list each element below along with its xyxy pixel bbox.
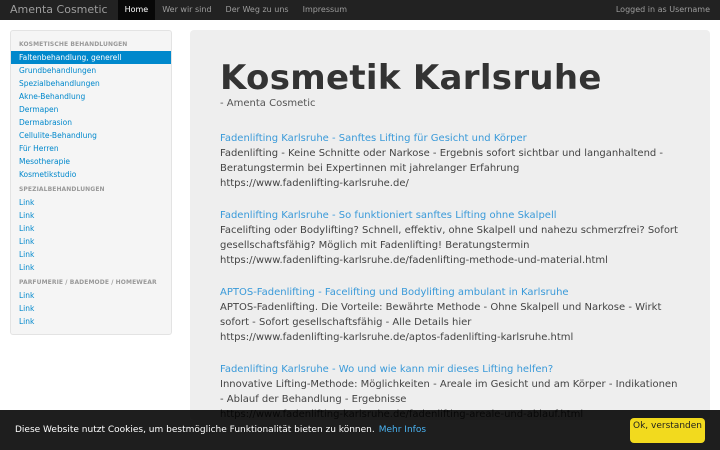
sidebar-item-fuer-herren[interactable]: Für Herren <box>11 142 171 155</box>
hero-unit: Kosmetik Karlsruhe - Amenta Cosmetic Fad… <box>190 30 710 420</box>
result-title-link[interactable]: Fadenlifting Karlsruhe - Wo und wie kann… <box>220 362 680 377</box>
result-description: Innovative Lifting-Methode: Möglichkeite… <box>220 379 678 405</box>
sidebar-item-faltenbehandlung[interactable]: Faltenbehandlung, generell <box>11 51 171 64</box>
page-subtitle: - Amenta Cosmetic <box>220 98 316 109</box>
brand-link[interactable]: Amenta Cosmetic <box>0 0 118 20</box>
sidebar-item-dermabrasion[interactable]: Dermabrasion <box>11 116 171 129</box>
sidebar-item-akne[interactable]: Akne-Behandlung <box>11 90 171 103</box>
result-title-link[interactable]: Fadenlifting Karlsruhe - Sanftes Lifting… <box>220 131 680 146</box>
sidebar-link[interactable]: Link <box>11 302 171 315</box>
nav-item-der-weg-zu-uns[interactable]: Der Weg zu uns <box>219 0 296 20</box>
sidebar-link[interactable]: Link <box>11 248 171 261</box>
sidebar-header-kosmetische: KOSMETISCHE BEHANDLUNGEN <box>19 41 128 48</box>
logged-in-text: Logged in as Username <box>615 5 710 14</box>
sidebar-link[interactable]: Link <box>11 222 171 235</box>
nav-item-wer-wir-sind[interactable]: Wer wir sind <box>155 0 218 20</box>
sidebar-link[interactable]: Link <box>11 209 171 222</box>
sidebar-header-spezial: SPEZIALBEHANDLUNGEN <box>19 186 105 193</box>
cookie-banner: Diese Website nutzt Cookies, um bestmögl… <box>0 410 720 450</box>
sidebar-header-parfumerie: PARFUMERIE / BADEMODE / HOMEWEAR <box>19 279 157 286</box>
sidebar-link[interactable]: Link <box>11 289 171 302</box>
result-title-link[interactable]: Fadenlifting Karlsruhe - So funktioniert… <box>220 208 680 223</box>
search-result: Fadenlifting Karlsruhe - So funktioniert… <box>220 208 680 268</box>
nav-item-impressum[interactable]: Impressum <box>296 0 354 20</box>
sidebar-item-mesotherapie[interactable]: Mesotherapie <box>11 155 171 168</box>
sidebar-link[interactable]: Link <box>11 261 171 274</box>
search-result: Fadenlifting Karlsruhe - Sanftes Lifting… <box>220 131 680 191</box>
page-title: Kosmetik Karlsruhe <box>220 58 602 98</box>
result-url: https://www.fadenlifting-karlsruhe.de/ <box>220 178 409 189</box>
sidebar: KOSMETISCHE BEHANDLUNGEN Faltenbehandlun… <box>10 30 172 335</box>
sidebar-item-spezialbehandlungen[interactable]: Spezialbehandlungen <box>11 77 171 90</box>
result-url: https://www.fadenlifting-karlsruhe.de/ap… <box>220 332 574 343</box>
search-result: APTOS-Fadenlifting - Facelifting und Bod… <box>220 285 680 345</box>
cookie-accept-button[interactable]: Ok, verstanden <box>630 418 705 443</box>
cookie-text: Diese Website nutzt Cookies, um bestmögl… <box>15 425 375 435</box>
sidebar-link[interactable]: Link <box>11 235 171 248</box>
sidebar-item-grundbehandlungen[interactable]: Grundbehandlungen <box>11 64 171 77</box>
result-url: https://www.fadenlifting-karlsruhe.de/fa… <box>220 255 608 266</box>
top-navbar: Amenta Cosmetic Home Wer wir sind Der We… <box>0 0 720 20</box>
main-nav: Home Wer wir sind Der Weg zu uns Impress… <box>117 0 354 20</box>
result-description: Facelifting oder Bodylifting? Schnell, e… <box>220 225 678 251</box>
result-description: Fadenlifting - Keine Schnitte oder Narko… <box>220 148 664 174</box>
sidebar-link[interactable]: Link <box>11 315 171 328</box>
cookie-more-info-link[interactable]: Mehr Infos <box>379 425 426 435</box>
sidebar-item-dermapen[interactable]: Dermapen <box>11 103 171 116</box>
result-description: APTOS-Fadenlifting. Die Vorteile: Bewähr… <box>220 302 662 328</box>
result-title-link[interactable]: APTOS-Fadenlifting - Facelifting und Bod… <box>220 285 680 300</box>
sidebar-item-cellulite[interactable]: Cellulite-Behandlung <box>11 129 171 142</box>
sidebar-link[interactable]: Link <box>11 196 171 209</box>
sidebar-item-kosmetikstudio[interactable]: Kosmetikstudio <box>11 168 171 181</box>
nav-item-home[interactable]: Home <box>117 0 156 20</box>
